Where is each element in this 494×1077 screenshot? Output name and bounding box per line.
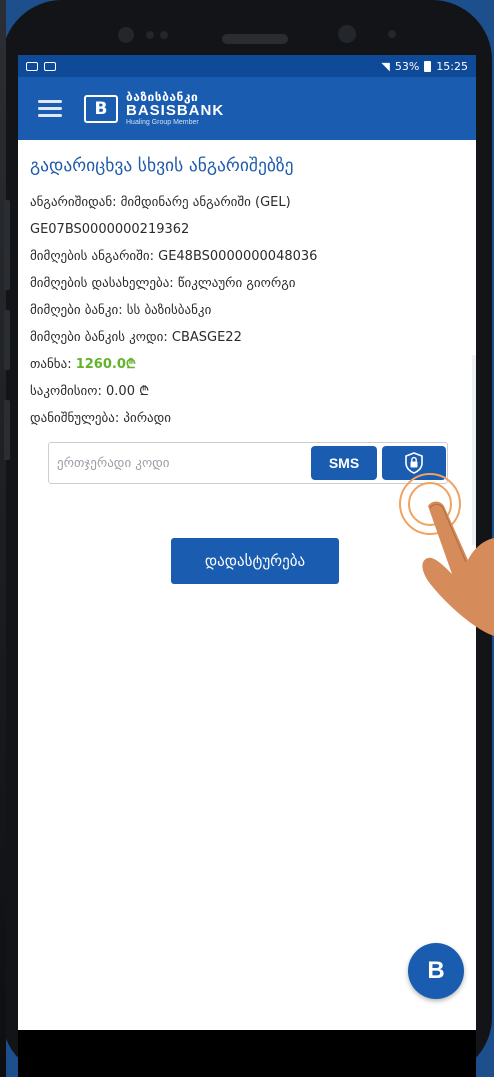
bank-value: სს ბაზისბანკი xyxy=(126,303,212,318)
phone-edge xyxy=(0,0,6,1077)
fee-row: საკომისიო: 0.00 ₾ xyxy=(30,382,464,409)
front-camera xyxy=(338,25,356,43)
from-iban: GE07BS0000000219362 xyxy=(30,222,190,237)
recipient-name-value: წიკლაური გიორგი xyxy=(177,276,296,291)
page-title: გადარიცხვა სხვის ანგარიშებზე xyxy=(30,156,294,176)
confirm-button[interactable]: დადასტურება xyxy=(171,538,339,584)
front-sensor xyxy=(118,27,134,43)
bixby-button xyxy=(4,310,10,370)
otp-field-group: SMS xyxy=(48,442,448,484)
from-account-row: ანგარიშიდან: მიმდინარე ანგარიში (GEL) xyxy=(30,193,464,220)
app-screen: ◥ 53% 15:25 B ბაზისბანკი BASISBANK Huali… xyxy=(18,55,476,1030)
purpose-value: პირადი xyxy=(123,411,171,426)
lock-shield-icon xyxy=(405,452,423,474)
purpose-label: დანიშნულება: xyxy=(30,411,120,426)
app-header: B ბაზისბანკი BASISBANK Hualing Group Mem… xyxy=(18,77,476,140)
bank-code-value: CBASGE22 xyxy=(171,330,242,345)
from-iban-row: GE07BS0000000219362 xyxy=(30,220,464,247)
battery-icon xyxy=(424,60,432,72)
status-bar: ◥ 53% 15:25 xyxy=(18,55,476,77)
front-sensor-small xyxy=(146,31,154,39)
side-button xyxy=(4,400,10,460)
purpose-row: დანიშნულება: პირადი xyxy=(30,409,464,436)
hamburger-icon[interactable] xyxy=(38,100,62,117)
otp-input[interactable] xyxy=(49,444,309,482)
sms-button[interactable]: SMS xyxy=(311,446,377,480)
recipient-name-row: მიმღების დასახელება: წიკლაური გიორგი xyxy=(30,274,464,301)
bank-label: მიმღები ბანკი: xyxy=(30,303,123,318)
bank-fab-button[interactable]: B xyxy=(408,943,464,999)
logo-mark: B xyxy=(84,94,118,123)
recipient-name-label: მიმღების დასახელება: xyxy=(30,276,174,291)
to-account-value: GE48BS0000000048036 xyxy=(158,249,318,264)
bottom-bezel xyxy=(18,1030,476,1077)
bank-logo: B ბაზისბანკი BASISBANK Hualing Group Mem… xyxy=(84,91,224,127)
fee-value: 0.00 ₾ xyxy=(106,384,150,399)
volume-button xyxy=(4,200,10,290)
transfer-content: გადარიცხვა სხვის ანგარიშებზე ანგარიშიდან… xyxy=(18,140,476,598)
scrollbar-track xyxy=(472,355,476,545)
amount-label: თანხა: xyxy=(30,357,72,372)
logo-en-text: BASISBANK xyxy=(126,102,225,120)
to-account-row: მიმღების ანგარიში: GE48BS0000000048036 xyxy=(30,247,464,274)
bank-row: მიმღები ბანკი: სს ბაზისბანკი xyxy=(30,301,464,328)
to-account-label: მიმღების ანგარიში: xyxy=(30,249,154,264)
logo-subtitle: Hualing Group Member xyxy=(126,119,199,126)
token-button[interactable] xyxy=(382,446,446,480)
clock: 15:25 xyxy=(436,59,468,73)
front-sensor-small xyxy=(388,30,396,38)
notification-icon xyxy=(26,61,38,71)
amount-value: 1260.0₾ xyxy=(75,357,136,372)
from-label: ანგარიშიდან: xyxy=(30,195,117,210)
bank-code-label: მიმღები ბანკის კოდი: xyxy=(30,330,168,345)
amount-row: თანხა: 1260.0₾ xyxy=(30,355,464,382)
notification-icon xyxy=(44,61,56,71)
earpiece-speaker xyxy=(222,34,288,44)
battery-percent: 53% xyxy=(394,59,420,73)
fee-label: საკომისიო: xyxy=(30,384,102,399)
front-sensor-small xyxy=(160,31,168,39)
bank-code-row: მიმღები ბანკის კოდი: CBASGE22 xyxy=(30,328,464,355)
from-value: მიმდინარე ანგარიში (GEL) xyxy=(120,195,291,210)
wifi-icon: ◥ xyxy=(381,59,390,73)
